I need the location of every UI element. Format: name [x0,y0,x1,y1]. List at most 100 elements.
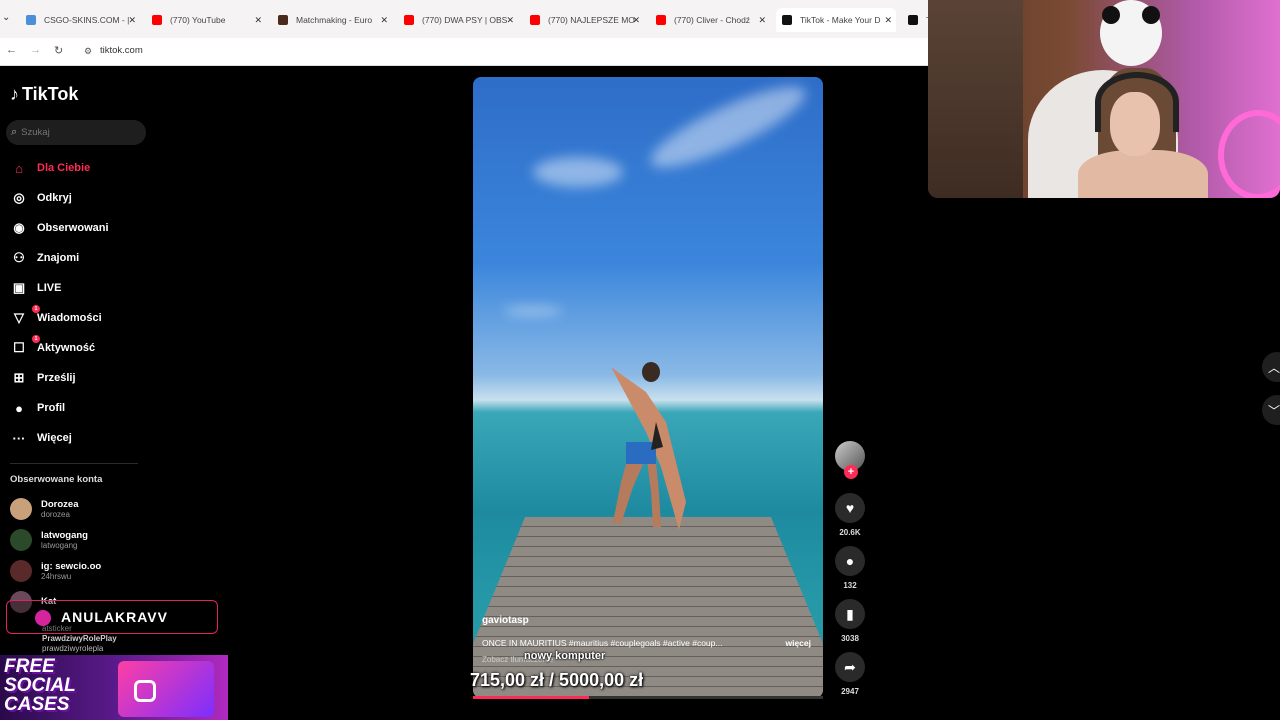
share-action[interactable]: ➦ 2947 [834,652,866,696]
sidebar-item-label: LIVE [37,282,62,294]
browser-tab[interactable]: (770) Cliver - Chodź ✕ [650,8,770,32]
video-player[interactable]: gaviotasp ONCE IN MAURITIUS #mauritius #… [473,77,823,698]
home-icon: ⌂ [15,160,23,176]
free-social-cases-banner: FREE SOCIAL CASES [0,655,228,720]
tiktok-note-icon: ♪ [10,84,19,104]
search-box[interactable]: ⌕ [6,120,146,145]
overlay-subtext: atsticker PrawdziwyRolePlay prawdziwyrol… [42,624,117,654]
site-settings-icon[interactable]: ⚙ [84,46,92,57]
avatar [10,560,32,582]
webcam-headset [1095,72,1179,132]
browser-tab[interactable]: (770) DWA PSY | OBS ✕ [398,8,518,32]
sidebar-item[interactable]: ▽ 1 Wiadomości [10,305,102,328]
sidebar-item[interactable]: ⌂ Dla Ciebie [10,158,90,178]
donation-goal-amount: 715,00 zł / 5000,00 zł [470,670,644,690]
browser-tab[interactable]: Matchmaking - Euro ✕ [272,8,392,32]
donation-goal-title: nowy komputer [524,650,606,662]
tab-close-icon[interactable]: ✕ [884,15,892,26]
tab-title: CSGO-SKINS.COM - | [44,15,130,25]
sidebar-item[interactable]: ⚇ Znajomi [10,248,79,268]
instagram-icon [134,680,156,702]
sidebar-item-label: Więcej [37,432,72,444]
back-icon[interactable]: ← [6,44,17,56]
browser-tab[interactable]: (770) YouTube ✕ [146,8,266,32]
browser-tab[interactable]: (770) NAJLEPSZE MO ✕ [524,8,644,32]
tab-close-icon[interactable]: ✕ [632,15,640,26]
sidebar-item[interactable]: ▣ LIVE [10,278,62,298]
search-input[interactable] [21,127,132,138]
tiktok-logo[interactable]: ♪ TikTok [10,84,78,105]
compass-icon: ◎ [13,190,25,205]
search-icon: ⌕ [11,126,18,138]
tab-favicon-icon [530,15,540,25]
followed-account[interactable]: Dorozea dorozea [10,498,78,520]
sidebar-item-label: Odkryj [37,192,72,204]
follow-plus-icon[interactable]: + [844,465,858,479]
promo-text: FREE SOCIAL CASES [4,657,76,714]
sidebar-item-label: Prześlij [37,372,76,384]
browser-tab-bar: ⌄ CSGO-SKINS.COM - | ✕ (770) YouTube ✕ Match… [0,0,928,40]
comment-action[interactable]: ● 132 [834,546,866,590]
account-handle: dorozea [41,509,70,519]
browser-navbar: ← → ↻ ⚙ tiktok.com [0,38,928,66]
activity-icon: ☐ [13,340,25,355]
screen: ⌄ CSGO-SKINS.COM - | ✕ (770) YouTube ✕ Match… [0,0,1280,720]
address-bar[interactable]: tiktok.com [100,45,143,56]
overlay-sub2: PrawdziwyRolePlay [42,634,117,643]
sidebar-item-label: Wiadomości [37,312,102,324]
browser-tab[interactable]: TikTok - Make Your D ✕ [776,8,896,32]
share-icon[interactable]: ➦ [835,652,865,682]
promo-line-1: FREE [4,656,55,677]
account-name: latwogang [41,529,88,541]
tab-favicon-icon [656,15,666,25]
next-video-chevron-down-icon[interactable]: ﹀ [1262,395,1280,425]
followed-account[interactable]: latwogang latwogang [10,529,88,551]
sidebar-item[interactable]: ⊞ Prześlij [10,368,76,388]
video-progress-bar[interactable] [473,696,823,699]
tab-close-icon[interactable]: ✕ [380,15,388,26]
comment-count: 132 [843,581,857,590]
webcam-streamer-body [1078,150,1208,198]
save-count: 3038 [841,634,859,643]
following-section-title: Obserwowane konta [10,474,103,485]
forward-icon[interactable]: → [30,44,41,56]
previous-video-chevron-up-icon[interactable]: ︿ [1262,352,1280,382]
tab-close-icon[interactable]: ✕ [128,15,136,26]
browser-tab[interactable]: T [902,8,928,32]
tiktok-logo-text: TikTok [22,84,79,104]
case-box-graphic [118,661,214,717]
share-count: 2947 [841,687,859,696]
streamer-name: ANULAKRAVV [61,609,168,625]
save-action[interactable]: ▮ 3038 [834,599,866,643]
tab-close-icon[interactable]: ✕ [254,15,262,26]
tab-favicon-icon [908,15,918,25]
tab-favicon-icon [782,15,792,25]
comment-icon[interactable]: ● [835,546,865,576]
browser-tab[interactable]: CSGO-SKINS.COM - | ✕ [20,8,140,32]
video-author-username[interactable]: gaviotasp [482,615,529,626]
sidebar-item[interactable]: ● Profil [10,398,65,418]
tab-title: TikTok - Make Your D [800,15,881,25]
tab-close-icon[interactable]: ✕ [506,15,514,26]
streamer-webcam [928,0,1280,198]
heart-icon[interactable]: ♥ [835,493,865,523]
sidebar-item[interactable]: ◎ Odkryj [10,188,72,208]
reload-icon[interactable]: ↻ [54,44,63,57]
sidebar-item[interactable]: ☐ 1 Aktywność [10,335,96,358]
tab-close-icon[interactable]: ✕ [758,15,766,26]
bookmark-icon[interactable]: ▮ [835,599,865,629]
tab-list-chevron-icon[interactable]: ⌄ [2,12,14,26]
like-action[interactable]: ♥ 20.6K [834,493,866,537]
live-icon: ▣ [12,280,26,295]
followed-account[interactable]: ig: sewcio.oo 24hrswu [10,560,101,582]
upload-icon: ⊞ [13,370,25,385]
tab-title: (770) YouTube [170,15,226,25]
sidebar-item[interactable]: ··· Więcej [10,428,72,448]
promo-line-3: CASES [4,694,70,715]
sidebar-item-label: Aktywność [37,342,96,354]
messages-icon: ▽ [14,310,24,325]
sidebar-item[interactable]: ◉ Obserwowani [10,218,108,238]
see-more-link[interactable]: więcej [785,638,811,648]
webcam-shelf [928,0,1023,198]
friends-icon: ⚇ [13,250,25,265]
